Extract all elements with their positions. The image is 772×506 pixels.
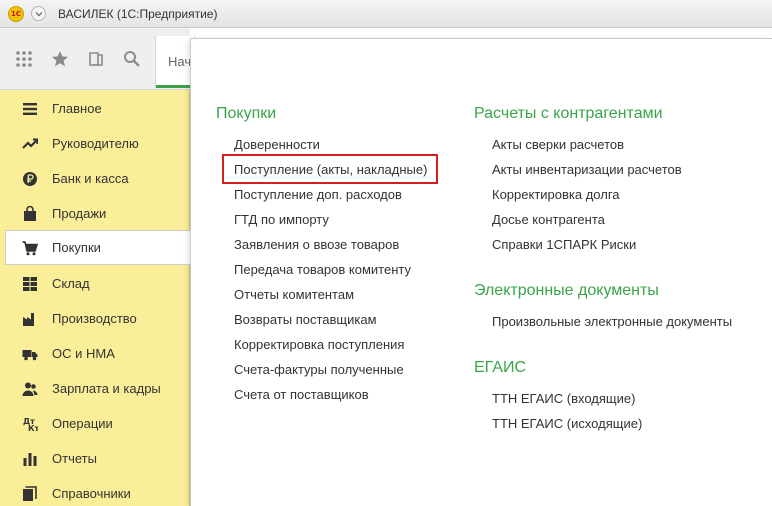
link-receipt-corrections[interactable]: Корректировка поступления [234,337,404,352]
sidebar-item-reports[interactable]: Отчеты [6,441,190,476]
link-goods-transfer[interactable]: Передача товаров комитенту [234,262,411,277]
sidebar-item-label: Справочники [52,486,131,501]
link-additional-expenses[interactable]: Поступление доп. расходов [234,187,402,202]
grid-icon [16,50,32,67]
star-icon [52,50,68,66]
search-button[interactable] [120,47,144,71]
sidebar-item-catalogs[interactable]: Справочники [6,476,190,506]
section-title-purchases: Покупки [216,105,277,122]
link-invoices-received[interactable]: Счета-фактуры полученные [234,362,404,377]
section-panel: Покупки Доверенности Поступление (акты, … [190,38,772,506]
link-committent-reports[interactable]: Отчеты комитентам [234,287,354,302]
svg-text:Кт: Кт [28,424,38,432]
link-import-statements[interactable]: Заявления о ввозе товаров [234,237,399,252]
search-icon [124,50,140,67]
link-reconciliation-acts[interactable]: Акты сверки расчетов [492,137,624,152]
link-powers-of-attorney[interactable]: Доверенности [234,137,320,152]
sidebar-item-label: Руководителю [52,136,139,151]
link-spark-risks[interactable]: Справки 1СПАРК Риски [492,237,636,252]
section-title-egais: ЕГАИС [474,359,526,376]
sidebar-item-production[interactable]: Производство [6,301,190,336]
logo-text: 1C [10,9,21,18]
sidebar-item-label: Банк и касса [52,171,129,186]
people-icon [20,379,40,399]
main-menu-button[interactable] [31,6,46,21]
sidebar-item-label: Отчеты [52,451,97,466]
sidebar-item-assets[interactable]: ОС и НМА [6,336,190,371]
trend-chart-icon [20,134,40,154]
sidebar-item-director[interactable]: Руководителю [6,126,190,161]
shopping-cart-icon [20,238,40,258]
highlight-box [222,154,438,184]
section-title-edocs: Электронные документы [474,282,659,299]
apps-grid-button[interactable] [12,47,36,71]
sidebar-item-operations[interactable]: Дт Кт Операции [6,406,190,441]
sidebar-item-label: Операции [52,416,113,431]
window-title: ВАСИЛЕК (1С:Предприятие) [58,6,218,21]
sidebar: Главное Руководителю Банк и касса Продаж… [0,90,191,506]
link-debt-correction[interactable]: Корректировка долга [492,187,620,202]
books-icon [20,484,40,504]
sidebar-item-label: Производство [52,311,137,326]
sidebar-item-label: Покупки [52,240,101,255]
link-egais-outgoing[interactable]: ТТН ЕГАИС (исходящие) [492,416,642,431]
sidebar-item-main[interactable]: Главное [6,91,190,126]
section-title-settlements: Расчеты с контрагентами [474,105,663,122]
app-logo-icon[interactable]: 1C [8,5,24,22]
sidebar-item-bank[interactable]: Банк и касса [6,161,190,196]
link-counterparty-dossier[interactable]: Досье контрагента [492,212,605,227]
sidebar-item-sales[interactable]: Продажи [6,196,190,231]
history-icon [89,51,103,66]
link-inventory-acts[interactable]: Акты инвентаризации расчетов [492,162,682,177]
link-custom-edocs[interactable]: Произвольные электронные документы [492,314,732,329]
debit-credit-icon: Дт Кт [20,414,40,434]
sidebar-item-purchases[interactable]: Покупки [5,230,191,265]
factory-icon [20,309,40,329]
link-egais-incoming[interactable]: ТТН ЕГАИС (входящие) [492,391,635,406]
sidebar-item-label: Продажи [52,206,107,221]
title-bar: 1C ВАСИЛЕК (1С:Предприятие) [0,0,772,28]
ruble-coin-icon [20,169,40,189]
sidebar-item-label: ОС и НМА [52,346,115,361]
tab-start-page[interactable]: Начальная страница [155,36,196,88]
sidebar-item-label: Главное [52,101,102,116]
link-customs-declarations[interactable]: ГТД по импорту [234,212,329,227]
sidebar-item-label: Зарплата и кадры [52,381,161,396]
link-supplier-returns[interactable]: Возвраты поставщикам [234,312,377,327]
shopping-bag-icon [20,204,40,224]
favorites-button[interactable] [48,47,72,71]
link-supplier-bills[interactable]: Счета от поставщиков [234,387,369,402]
sidebar-item-label: Склад [52,276,90,291]
chevron-down-icon [35,11,42,16]
sidebar-item-warehouse[interactable]: Склад [6,266,190,301]
menu-lines-icon [20,99,40,119]
history-button[interactable] [84,47,108,71]
sidebar-item-payroll[interactable]: Зарплата и кадры [6,371,190,406]
truck-icon [20,344,40,364]
bar-chart-icon [20,449,40,469]
warehouse-grid-icon [20,274,40,294]
